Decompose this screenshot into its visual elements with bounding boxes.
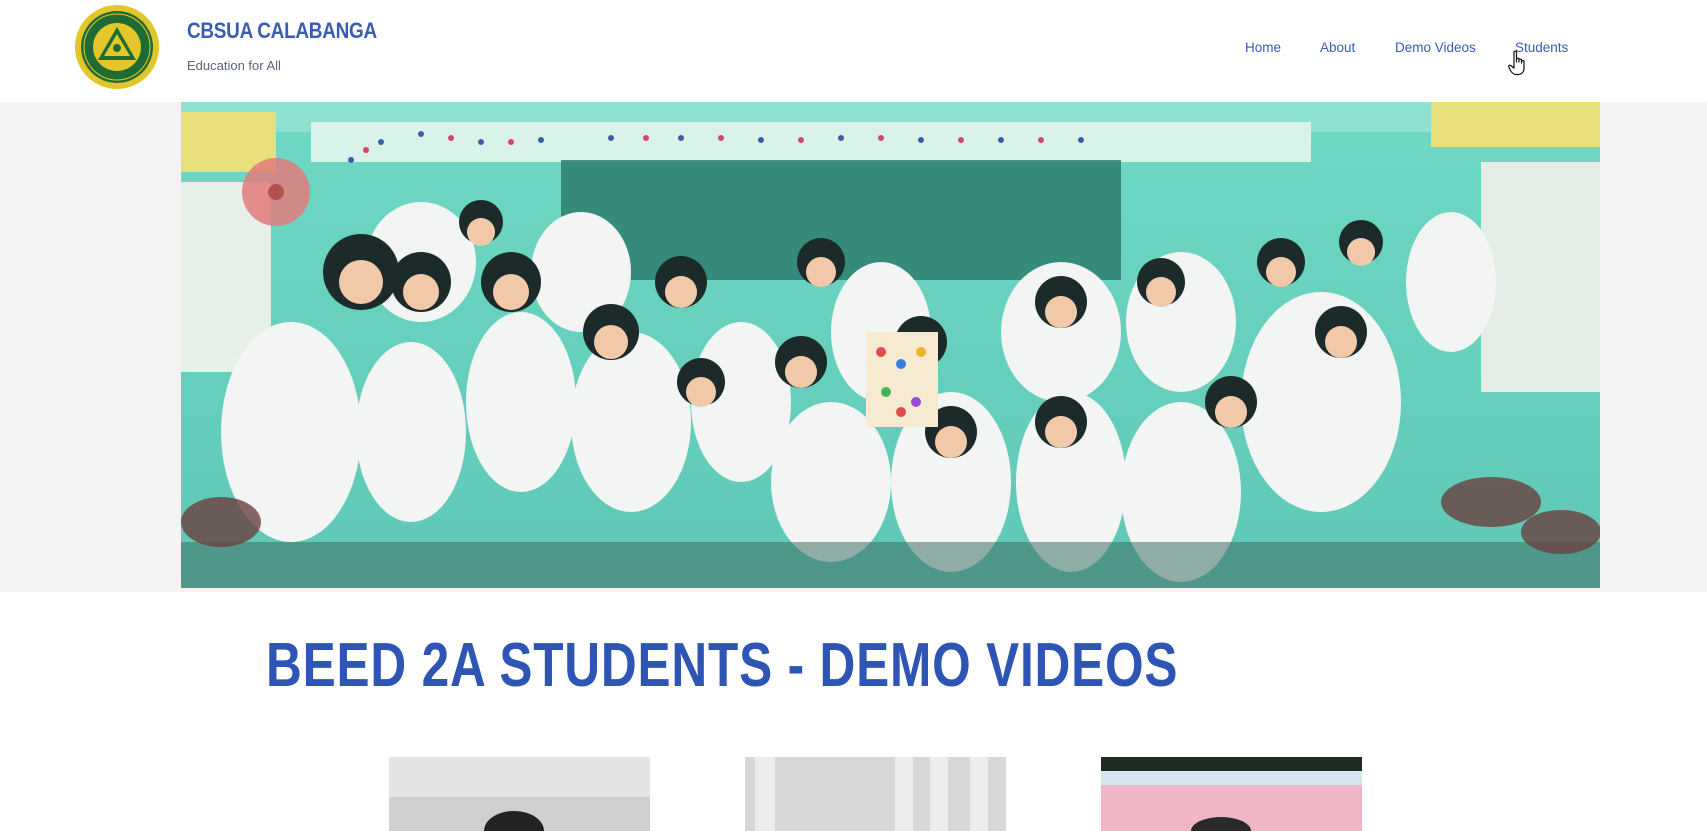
main-nav: Home About Demo Videos Students (1230, 40, 1590, 60)
hero-class-photo (181, 102, 1600, 588)
nav-home[interactable]: Home (1245, 40, 1281, 55)
video-thumbnail[interactable] (389, 757, 650, 831)
video-thumbnail[interactable] (1101, 757, 1362, 831)
page-title: BEED 2A STUDENTS - DEMO VIDEOS (266, 631, 1179, 700)
hand-pointer-icon (1508, 50, 1525, 76)
university-seal-icon[interactable] (74, 4, 160, 90)
nav-demo-videos[interactable]: Demo Videos (1395, 40, 1476, 55)
site-header: CBSUA CALABANGA Education for All Home A… (0, 0, 1707, 102)
brand-tagline: Education for All (187, 58, 281, 73)
video-thumbnail[interactable] (745, 757, 1006, 831)
brand-title[interactable]: CBSUA CALABANGA (187, 18, 377, 44)
nav-about[interactable]: About (1320, 40, 1355, 55)
